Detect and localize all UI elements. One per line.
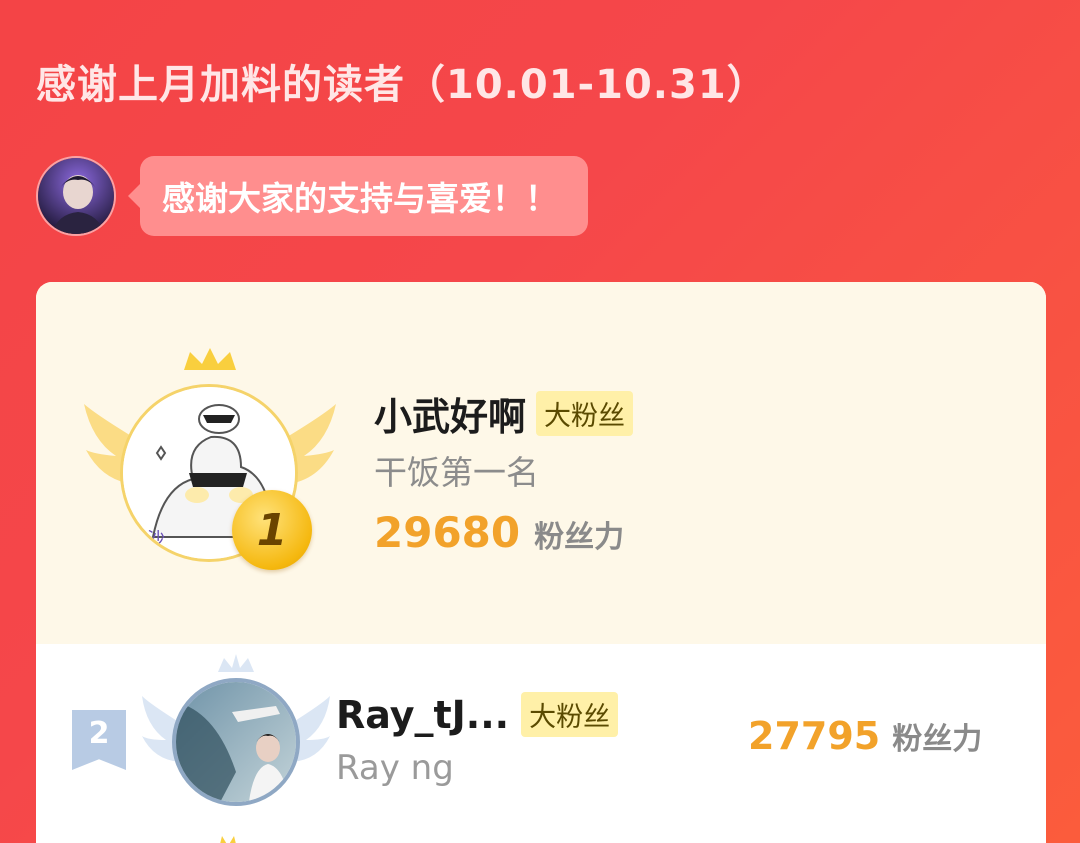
rank2-username[interactable]: Ray_tJ...	[336, 693, 509, 737]
rank2-signature: Ray ng	[336, 748, 454, 788]
rank2-fan-tag: 大粉丝	[521, 692, 619, 737]
rank1-user: 小武好啊 大粉丝	[374, 386, 634, 441]
rank2-number: 2	[88, 716, 110, 751]
rank1-badge: 沙 1	[80, 346, 340, 576]
rank1-score-value: 29680	[374, 508, 521, 557]
leaderboard-entry-2[interactable]: 2 Ray_tJ... 大粉丝 Ray ng 27795 粉丝力	[36, 644, 1046, 806]
rank1-signature: 干饭第一名	[374, 453, 539, 492]
crown-icon	[184, 348, 236, 370]
leaderboard-card: 沙 1 小武好啊 大粉丝 干饭第一名 29680 粉丝力 2 Ray_tJ...…	[36, 282, 1046, 843]
crown-icon	[218, 654, 254, 672]
rank1-score-unit: 粉丝力	[534, 520, 625, 555]
author-avatar-image	[38, 158, 114, 234]
gold-medal-icon: 1	[232, 490, 312, 570]
rank2-user: Ray_tJ... 大粉丝	[336, 692, 619, 737]
rank2-badge	[136, 654, 336, 814]
crown-icon	[220, 836, 236, 843]
rank2-avatar[interactable]	[172, 678, 300, 806]
rank1-score: 29680 粉丝力	[374, 508, 624, 557]
leaderboard-entry-1[interactable]: 沙 1 小武好啊 大粉丝 干饭第一名 29680 粉丝力	[36, 282, 1046, 644]
rank2-score-unit: 粉丝力	[892, 722, 983, 757]
rank2-score: 27795 粉丝力	[748, 714, 982, 758]
rank2-score-value: 27795	[748, 714, 881, 758]
rank1-username[interactable]: 小武好啊	[374, 386, 526, 441]
author-message: 感谢大家的支持与喜爱！！	[162, 179, 558, 218]
rank1-number: 1	[256, 504, 288, 556]
author-message-bubble: 感谢大家的支持与喜爱！！	[128, 156, 588, 236]
rank-flag-icon: 2	[72, 710, 126, 770]
author-avatar[interactable]	[36, 156, 116, 236]
rank1-fan-tag: 大粉丝	[536, 391, 634, 436]
page-title: 感谢上月加料的读者（10.01-10.31）	[36, 62, 768, 108]
